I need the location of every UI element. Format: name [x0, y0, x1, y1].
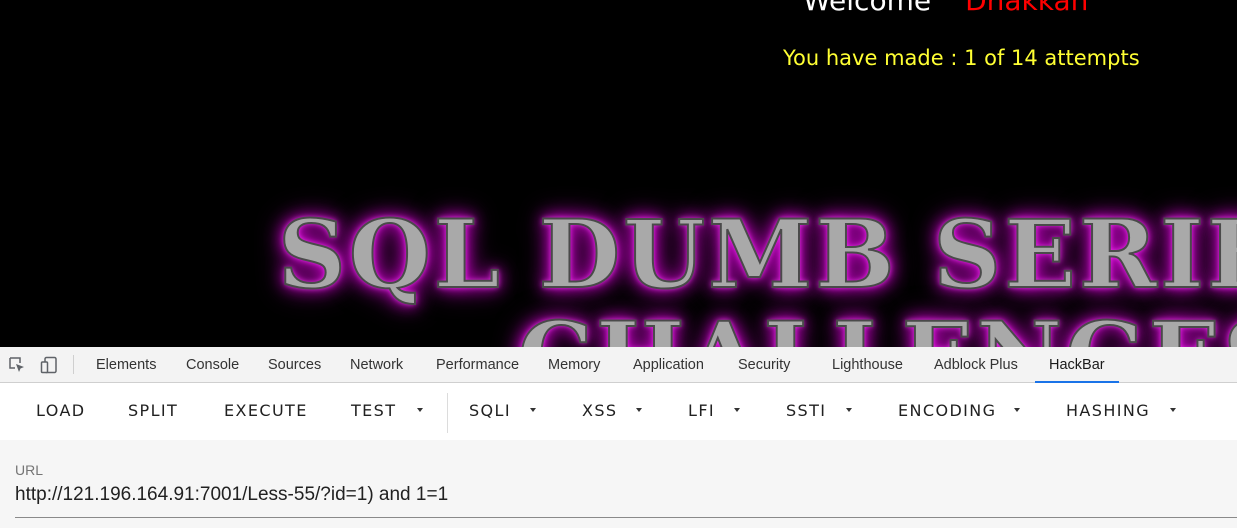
url-field[interactable]: URL http://121.196.164.91:7001/Less-55/?… — [0, 440, 1237, 528]
load-button[interactable]: LOAD — [36, 401, 86, 420]
lfi-dropdown-button[interactable]: LFI — [688, 401, 715, 420]
tab-adblock-plus[interactable]: Adblock Plus — [934, 347, 1018, 382]
chevron-down-icon — [530, 408, 536, 412]
devtools-tab-bar: Elements Console Sources Network Perform… — [0, 347, 1237, 383]
welcome-text: Welcome — [803, 0, 932, 17]
encoding-dropdown-button[interactable]: ENCODING — [898, 401, 996, 420]
tab-performance[interactable]: Performance — [436, 347, 519, 382]
banner-title-line-1: SQL DUMB SERIES — [277, 199, 1237, 311]
tab-security[interactable]: Security — [738, 347, 790, 382]
chevron-down-icon — [1170, 408, 1176, 412]
tab-elements[interactable]: Elements — [96, 347, 156, 382]
chevron-down-icon — [636, 408, 642, 412]
devtools-panel: Elements Console Sources Network Perform… — [0, 347, 1237, 528]
tab-sources[interactable]: Sources — [268, 347, 321, 382]
ssti-dropdown-button[interactable]: SSTI — [786, 401, 826, 420]
inspect-element-icon[interactable] — [8, 356, 26, 374]
banner-title-line-2: CHALLENGES — [517, 301, 1237, 347]
sqli-dropdown-button[interactable]: SQLI — [469, 401, 511, 420]
web-page: Welcome Dhakkan You have made : 1 of 14 a… — [0, 0, 1237, 347]
split-button[interactable]: SPLIT — [128, 401, 178, 420]
chevron-down-icon — [734, 408, 740, 412]
username-text: Dhakkan — [965, 0, 1089, 17]
welcome-line: Welcome Dhakkan — [803, 0, 1088, 17]
xss-dropdown-button[interactable]: XSS — [582, 401, 617, 420]
tab-hackbar[interactable]: HackBar — [1035, 347, 1119, 383]
tab-console[interactable]: Console — [186, 347, 239, 382]
toolbar-divider — [73, 355, 74, 374]
chevron-down-icon — [846, 408, 852, 412]
url-field-label: URL — [15, 462, 44, 478]
chevron-down-icon — [417, 408, 423, 412]
toolbar-divider — [447, 393, 448, 433]
tab-lighthouse[interactable]: Lighthouse — [832, 347, 903, 382]
tab-memory[interactable]: Memory — [548, 347, 600, 382]
tab-application[interactable]: Application — [633, 347, 704, 382]
hackbar-toolbar: LOAD SPLIT EXECUTE TEST SQLI XSS LFI SST… — [0, 383, 1237, 440]
tab-network[interactable]: Network — [350, 347, 403, 382]
execute-button[interactable]: EXECUTE — [224, 401, 308, 420]
test-dropdown-button[interactable]: TEST — [351, 401, 396, 420]
chevron-down-icon — [1014, 408, 1020, 412]
url-input[interactable]: http://121.196.164.91:7001/Less-55/?id=1… — [15, 484, 448, 506]
attempts-counter: You have made : 1 of 14 attempts — [783, 46, 1140, 70]
hashing-dropdown-button[interactable]: HASHING — [1066, 401, 1150, 420]
url-field-underline — [15, 517, 1237, 518]
device-toolbar-icon[interactable] — [40, 356, 58, 374]
